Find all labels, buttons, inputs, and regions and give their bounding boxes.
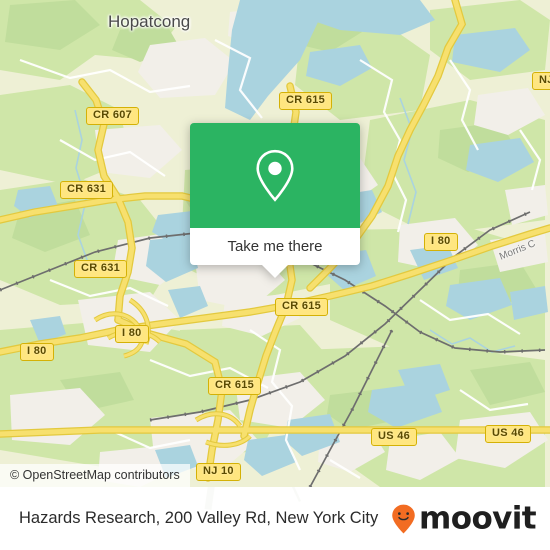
road-shield-nj: NJ <box>532 72 550 90</box>
osm-attribution[interactable]: © OpenStreetMap contributors <box>0 464 190 487</box>
take-me-there-label: Take me there <box>227 238 323 255</box>
page-title: Hazards Research, 200 Valley Rd, New Yor… <box>19 509 379 527</box>
road-shield-cr-631-south: CR 631 <box>74 260 128 278</box>
road-shield-i-80-west: I 80 <box>20 343 54 361</box>
popup-tail <box>261 264 289 278</box>
take-me-there-button[interactable]: Take me there <box>190 228 360 278</box>
moovit-pin-smile-icon <box>392 504 415 533</box>
road-shield-cr-615-south: CR 615 <box>208 377 262 395</box>
road-shield-cr-615-mid: CR 615 <box>275 298 329 316</box>
map-canvas[interactable]: Hopatcong Morris C CR 607 CR 615 CR 631 … <box>0 0 550 487</box>
map-pin-icon <box>256 149 294 202</box>
road-shield-i-80-east: I 80 <box>424 233 458 251</box>
moovit-map-screenshot: Hopatcong Morris C CR 607 CR 615 CR 631 … <box>0 0 550 550</box>
moovit-wordmark: moovit <box>419 500 537 536</box>
road-shield-cr-607: CR 607 <box>86 107 140 125</box>
footer-bar: Hazards Research, 200 Valley Rd, New Yor… <box>0 487 550 550</box>
road-shield-nj-10: NJ 10 <box>196 463 241 481</box>
road-shield-i-80-mid: I 80 <box>115 325 149 343</box>
road-shield-cr-631: CR 631 <box>60 181 114 199</box>
road-shield-us-46-west: US 46 <box>371 428 418 446</box>
road-shield-us-46-east: US 46 <box>485 425 532 443</box>
moovit-brand-logo[interactable]: moovit <box>390 500 537 536</box>
place-label-hopatcong: Hopatcong <box>108 12 191 31</box>
popup-pin-panel <box>190 123 360 228</box>
road-shield-cr-615: CR 615 <box>279 92 333 110</box>
location-popup-card[interactable]: Take me there <box>190 123 360 278</box>
